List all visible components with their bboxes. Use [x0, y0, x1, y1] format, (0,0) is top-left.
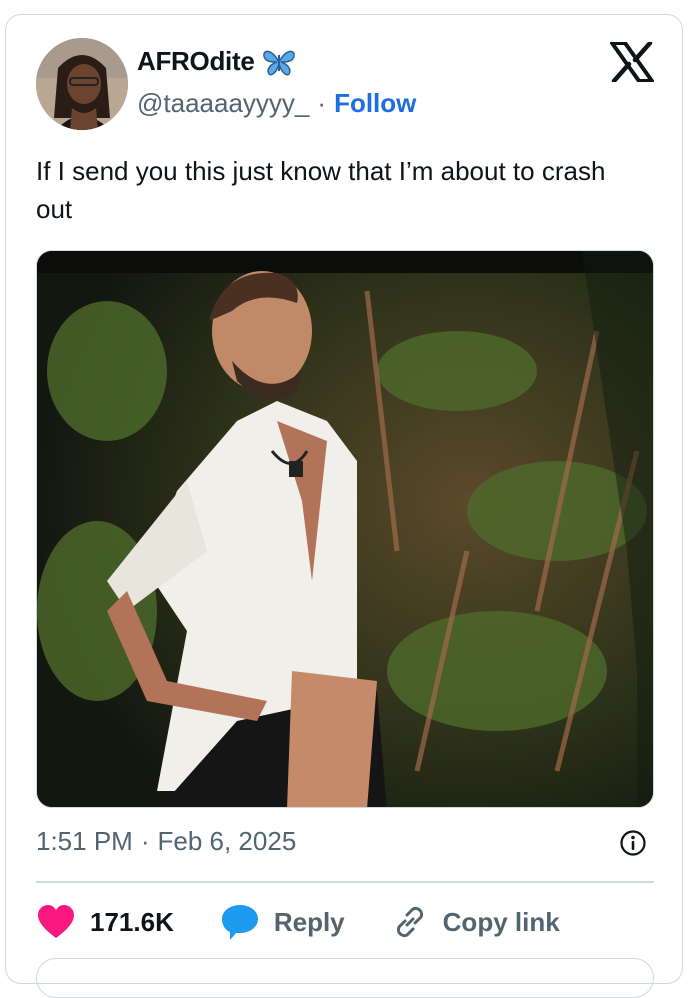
author-display-name[interactable]: AFROdite: [137, 46, 255, 77]
info-icon[interactable]: [619, 829, 647, 857]
date-separator: ·: [140, 826, 150, 856]
like-count: 171.6K: [90, 906, 174, 937]
divider: [36, 881, 654, 883]
x-logo-icon[interactable]: [610, 42, 654, 82]
reply-bubble-icon: [221, 905, 258, 940]
tweet-media-gif[interactable]: [36, 250, 654, 808]
tweet-date[interactable]: Feb 6, 2025: [158, 826, 297, 857]
follow-button[interactable]: Follow: [334, 88, 416, 119]
copy-link-label: Copy link: [442, 906, 560, 937]
tweet-time[interactable]: 1:51 PM: [36, 826, 133, 857]
heart-icon: [38, 905, 74, 938]
avatar[interactable]: [36, 38, 128, 130]
handle-separator: ·: [317, 88, 327, 118]
reply-button[interactable]: Reply: [220, 903, 345, 941]
action-bar: 171.6K Reply Copy link: [36, 902, 606, 942]
link-icon: [396, 906, 423, 938]
copy-link-button[interactable]: Copy link: [391, 903, 560, 941]
tweet-text: If I send you this just know that I’m ab…: [36, 156, 606, 224]
butterfly-icon: [263, 50, 296, 75]
like-button[interactable]: 171.6K: [36, 904, 174, 940]
read-replies-button[interactable]: [36, 958, 654, 998]
reply-label: Reply: [273, 906, 345, 937]
author-handle[interactable]: @taaaaayyyy_: [137, 88, 309, 119]
